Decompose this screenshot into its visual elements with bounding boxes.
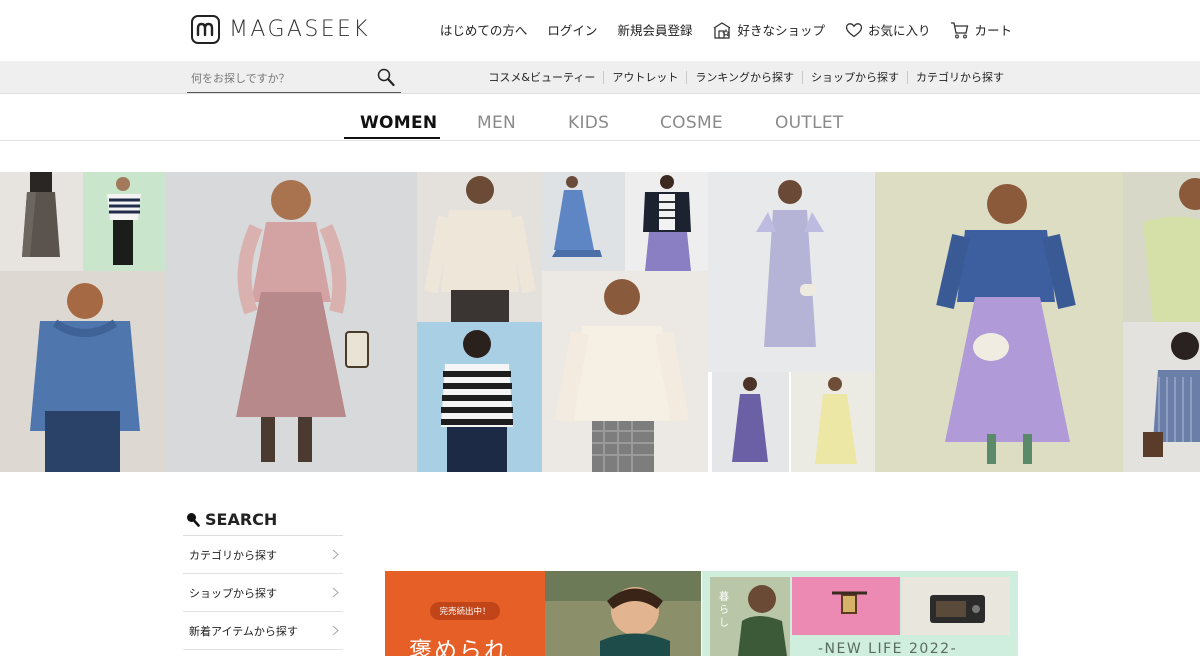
tab-women[interactable]: WOMEN [360, 113, 437, 133]
cart-link[interactable]: カート [950, 20, 1012, 39]
sidebar-title: SEARCH [186, 508, 343, 530]
sidebar-item-category[interactable]: カテゴリから探す [183, 536, 343, 574]
promo-banner-new-life[interactable]: 暮らし -NEW LIFE 2022- [702, 571, 1018, 656]
search-input[interactable] [187, 65, 367, 91]
hero-photo[interactable] [83, 172, 166, 271]
sidebar-title-text: SEARCH [205, 509, 278, 529]
hero-photo[interactable] [1123, 322, 1200, 472]
ranking-link[interactable]: ランキングから探す [686, 70, 802, 84]
tab-kids[interactable]: KIDS [568, 113, 609, 133]
sidebar-item-label: カテゴリから探す [189, 548, 277, 562]
hero-photo[interactable] [708, 172, 875, 372]
top-nav: はじめての方へ ログイン 新規会員登録 好きなショップ お気に入り カート [440, 20, 1012, 39]
search-button[interactable] [377, 68, 395, 91]
sidebar-item-new-arrivals[interactable]: 新着アイテムから探す [183, 612, 343, 650]
category-search-link[interactable]: カテゴリから探す [907, 70, 1012, 84]
chevron-right-icon [332, 587, 339, 598]
hero-photo[interactable] [166, 172, 417, 472]
favorite-shops-label: 好きなショップ [737, 23, 825, 38]
heart-icon [845, 22, 863, 37]
sidebar-item-label: ショップから探す [189, 586, 277, 600]
hero-fashion-mosaic [0, 172, 1200, 472]
first-time-link[interactable]: はじめての方へ [440, 20, 528, 39]
sidebar-search: SEARCH カテゴリから探す ショップから探す 新着アイテムから探す [183, 508, 343, 650]
banner-headline: 褒められ [409, 638, 509, 656]
promo-banner-photo[interactable] [545, 571, 701, 656]
search-icon [377, 68, 395, 87]
login-link[interactable]: ログイン [547, 20, 597, 39]
brand-name: MAGASEEK [229, 17, 371, 42]
hero-photo[interactable] [875, 172, 1123, 472]
shop-icon [714, 21, 731, 39]
hero-photo[interactable] [542, 172, 625, 271]
sidebar-item-shop[interactable]: ショップから探す [183, 574, 343, 612]
hero-photo[interactable] [625, 172, 708, 271]
hero-photo[interactable] [0, 271, 166, 472]
search-box [187, 65, 401, 93]
hero-photo[interactable] [417, 322, 542, 472]
sidebar-item-label: 新着アイテムから探す [189, 624, 298, 638]
cosme-beauty-link[interactable]: コスメ&ビューティー [480, 71, 603, 84]
sub-links: コスメ&ビューティー アウトレット ランキングから探す ショップから探す カテゴ… [480, 61, 1012, 93]
search-icon [187, 512, 200, 527]
sub-navigation-bar: コスメ&ビューティー アウトレット ランキングから探す ショップから探す カテゴ… [0, 61, 1200, 94]
tab-men[interactable]: MEN [477, 113, 516, 133]
logo-mark-icon [191, 15, 220, 44]
favorites-label: お気に入り [867, 23, 931, 38]
active-tab-indicator [344, 137, 440, 139]
outlet-link[interactable]: アウトレット [603, 70, 686, 84]
chevron-right-icon [332, 549, 339, 560]
category-tabs: WOMEN MEN KIDS COSME OUTLET [0, 94, 1200, 141]
cart-label: カート [974, 23, 1012, 38]
favorite-shops-link[interactable]: 好きなショップ [712, 20, 825, 39]
hero-photo[interactable] [0, 172, 83, 271]
favorites-link[interactable]: お気に入り [845, 20, 931, 39]
hero-photo[interactable] [542, 271, 708, 472]
banner-vertical-text: 暮らし [719, 592, 729, 629]
brand-logo[interactable]: MAGASEEK [191, 15, 370, 44]
hero-photo[interactable] [712, 372, 789, 472]
site-header: MAGASEEK はじめての方へ ログイン 新規会員登録 好きなショップ お気に… [0, 0, 1200, 61]
shop-search-link[interactable]: ショップから探す [802, 70, 907, 84]
promo-banner[interactable]: 完売続出中！ 褒められ [385, 571, 545, 656]
register-link[interactable]: 新規会員登録 [617, 20, 692, 39]
sold-out-badge: 完売続出中！ [430, 602, 500, 620]
cart-icon [951, 21, 969, 38]
hero-photo[interactable] [417, 172, 542, 322]
hero-photo[interactable] [791, 372, 875, 472]
hero-photo[interactable] [1123, 172, 1200, 322]
tab-cosme[interactable]: COSME [660, 113, 723, 133]
chevron-right-icon [332, 625, 339, 636]
banner-headline: -NEW LIFE 2022- [818, 641, 958, 656]
tab-outlet[interactable]: OUTLET [775, 113, 844, 133]
